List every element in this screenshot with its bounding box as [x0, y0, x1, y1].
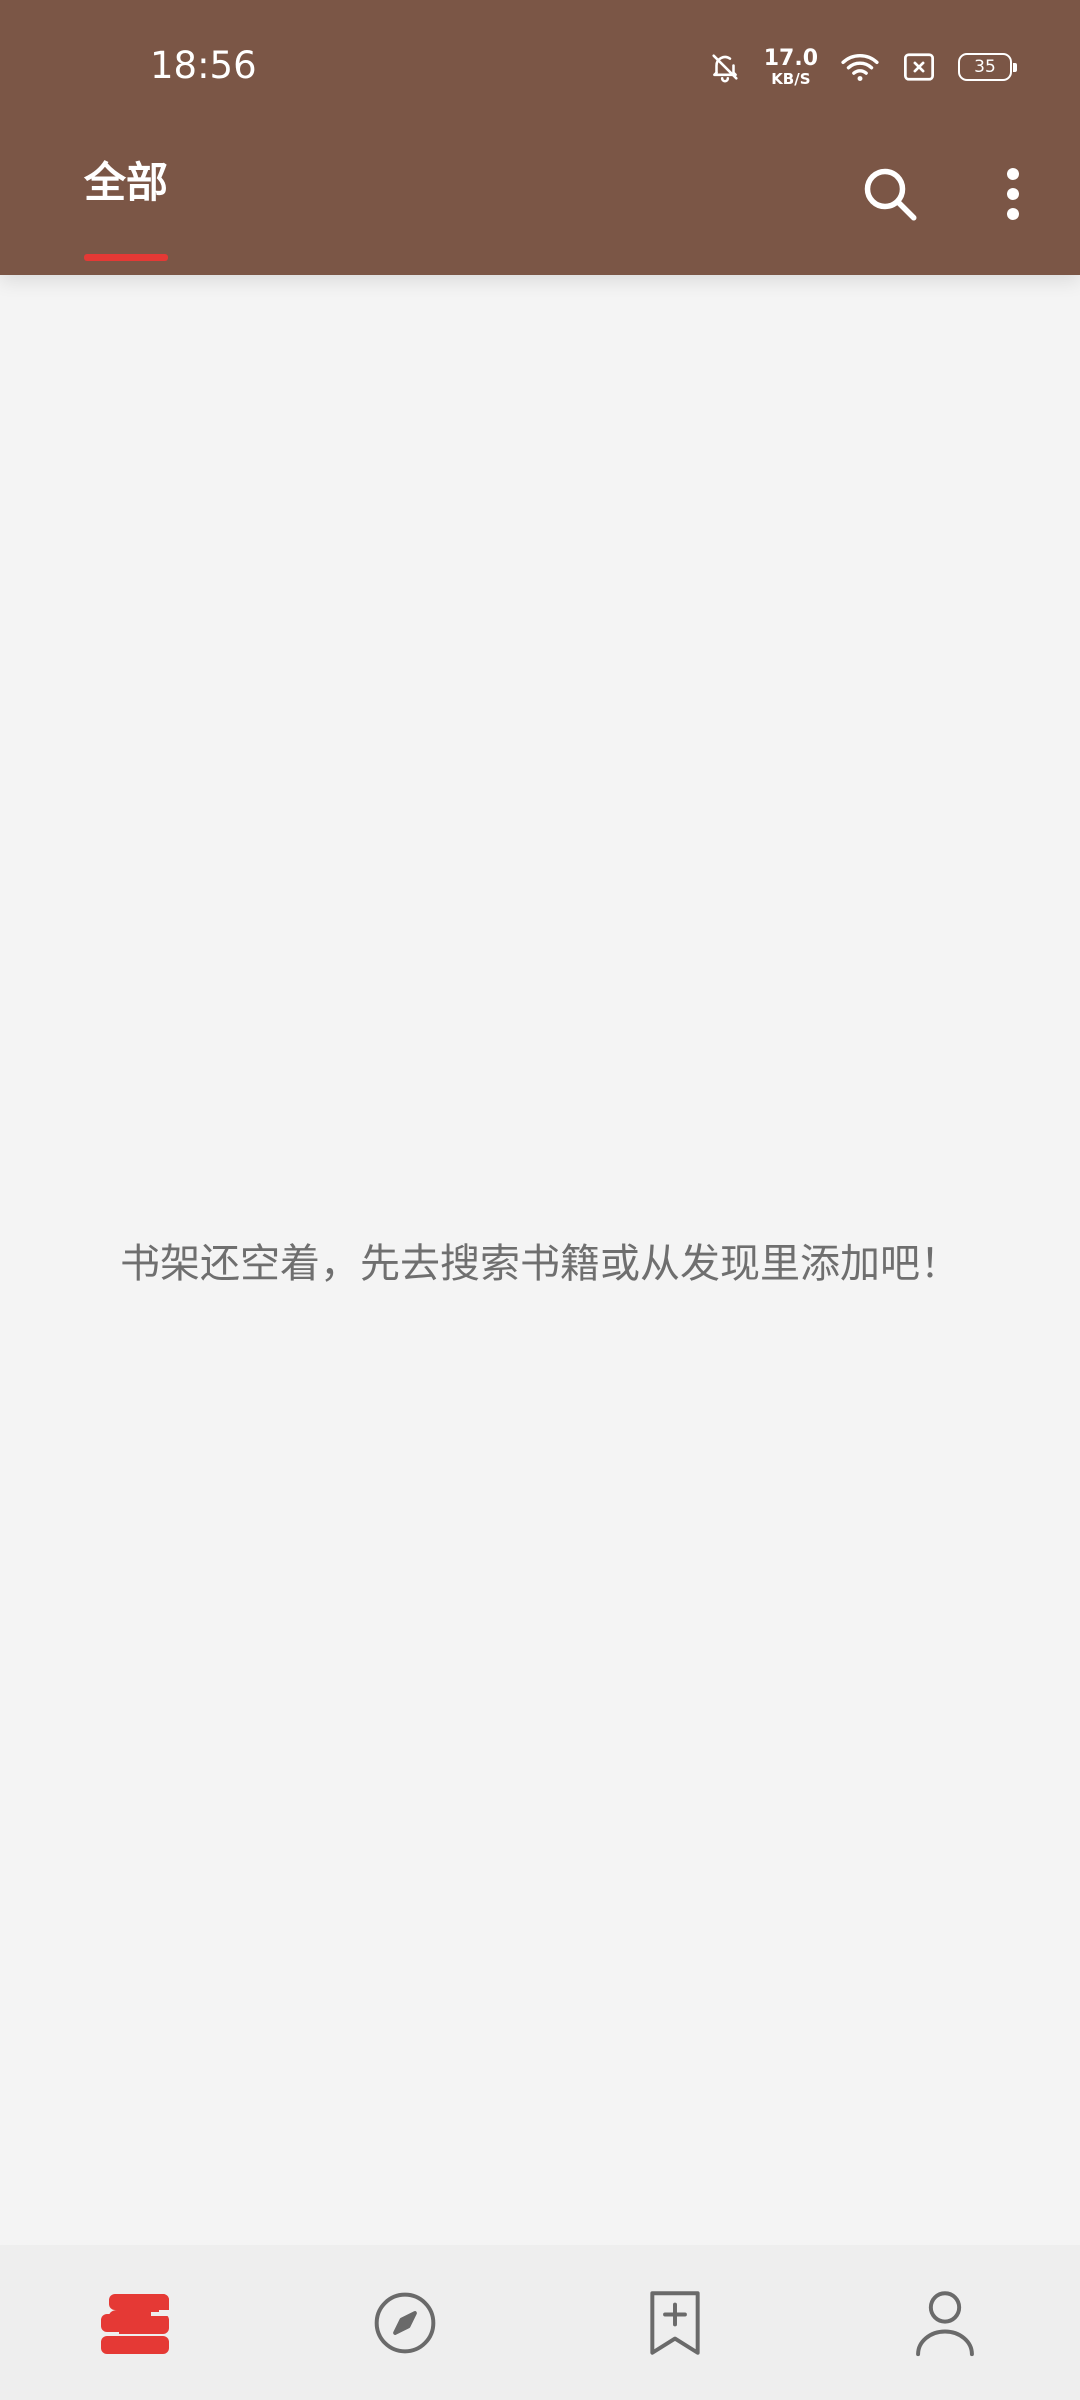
app-header: 18:56 17.0 KB/S 35 全部	[0, 0, 1080, 275]
network-speed: 17.0 KB/S	[763, 45, 818, 88]
network-speed-unit: KB/S	[771, 69, 811, 88]
tab-all[interactable]: 全部	[84, 158, 168, 268]
battery-icon: 35	[958, 53, 1017, 81]
wifi-icon	[840, 50, 880, 84]
network-speed-value: 17.0	[763, 45, 818, 71]
bookmark-add-icon	[645, 2289, 705, 2357]
status-time: 18:56	[150, 44, 257, 87]
nav-subscribe[interactable]	[540, 2245, 810, 2400]
more-vert-icon	[1005, 166, 1021, 226]
more-options-button[interactable]	[990, 158, 1036, 234]
tab-active-indicator	[84, 254, 168, 261]
toolbar: 全部	[0, 120, 1080, 275]
bell-muted-icon	[708, 50, 742, 84]
bottom-navigation	[0, 2245, 1080, 2400]
sim-disabled-icon	[902, 52, 936, 82]
tab-all-label: 全部	[84, 158, 169, 207]
search-button[interactable]	[852, 158, 928, 234]
search-icon	[860, 164, 920, 228]
bookshelf-screen: 18:56 17.0 KB/S 35 全部 书架还空着，先去搜索书籍或从发现里添…	[0, 0, 1080, 2400]
nav-discover[interactable]	[270, 2245, 540, 2400]
bookshelf-icon	[101, 2292, 169, 2354]
empty-shelf-message: 书架还空着，先去搜索书籍或从发现里添加吧！	[120, 1241, 960, 1287]
nav-profile[interactable]	[810, 2245, 1080, 2400]
compass-icon	[371, 2289, 439, 2357]
battery-level: 35	[974, 57, 996, 77]
status-icons: 17.0 KB/S 35	[708, 42, 1017, 92]
person-icon	[913, 2289, 977, 2357]
nav-bookshelf[interactable]	[0, 2245, 270, 2400]
status-bar: 18:56 17.0 KB/S 35	[0, 0, 1080, 120]
